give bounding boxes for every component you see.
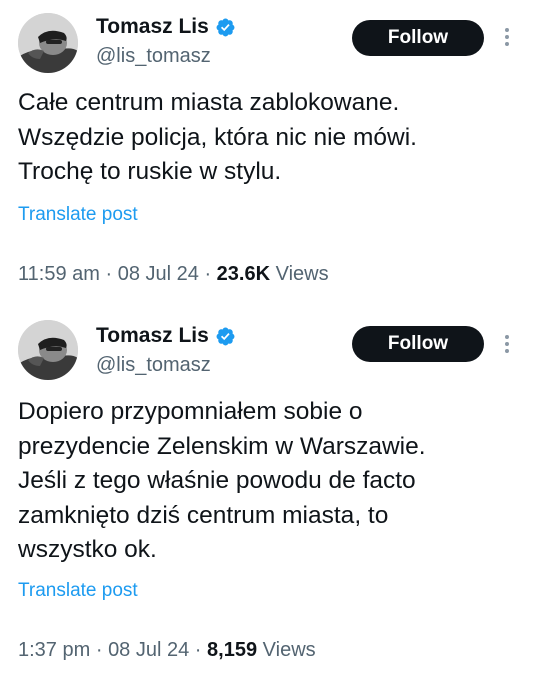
- verified-badge-icon: [215, 17, 236, 38]
- tweet-time[interactable]: 11:59 am: [18, 263, 100, 285]
- tweet-date[interactable]: 08 Jul 24: [118, 263, 199, 285]
- tweet-time[interactable]: 1:37 pm: [18, 639, 90, 661]
- verified-badge-icon: [215, 326, 236, 347]
- translate-post-link[interactable]: Translate post: [18, 204, 138, 226]
- views-label: Views: [262, 639, 316, 661]
- views-count: 8,159: [207, 639, 258, 661]
- author-display-name[interactable]: Tomasz Lis: [96, 14, 209, 40]
- views-label: Views: [275, 263, 329, 285]
- follow-button[interactable]: Follow: [352, 326, 484, 362]
- translate-post-link[interactable]: Translate post: [18, 580, 138, 602]
- meta-separator: ·: [194, 639, 202, 661]
- meta-separator: ·: [105, 263, 113, 285]
- meta-separator: ·: [95, 639, 103, 661]
- author-name-row: Tomasz Lis: [96, 14, 236, 40]
- author-handle[interactable]: @lis_tomasz: [96, 44, 211, 68]
- tweet-metadata: 1:37 pm · 08 Jul 24 · 8,159 Views: [18, 638, 316, 662]
- meta-separator: ·: [204, 263, 212, 285]
- views-count: 23.6K: [216, 263, 271, 285]
- tweet-text: Całe centrum miasta zablokowane. Wszędzi…: [18, 89, 417, 185]
- author-display-name[interactable]: Tomasz Lis: [96, 323, 209, 349]
- avatar-photo-icon: [18, 13, 78, 73]
- more-options-icon[interactable]: [500, 25, 514, 51]
- avatar-photo-icon: [18, 320, 78, 380]
- tweet-date[interactable]: 08 Jul 24: [108, 639, 189, 661]
- tweet-metadata: 11:59 am · 08 Jul 24 · 23.6K Views: [18, 262, 329, 286]
- more-options-icon[interactable]: [500, 332, 514, 358]
- author-name-row: Tomasz Lis: [96, 323, 236, 349]
- author-handle[interactable]: @lis_tomasz: [96, 353, 211, 377]
- avatar[interactable]: [18, 320, 78, 380]
- follow-button[interactable]: Follow: [352, 20, 484, 56]
- tweet-text: Dopiero przypomniałem sobie o prezydenci…: [18, 398, 426, 563]
- avatar[interactable]: [18, 13, 78, 73]
